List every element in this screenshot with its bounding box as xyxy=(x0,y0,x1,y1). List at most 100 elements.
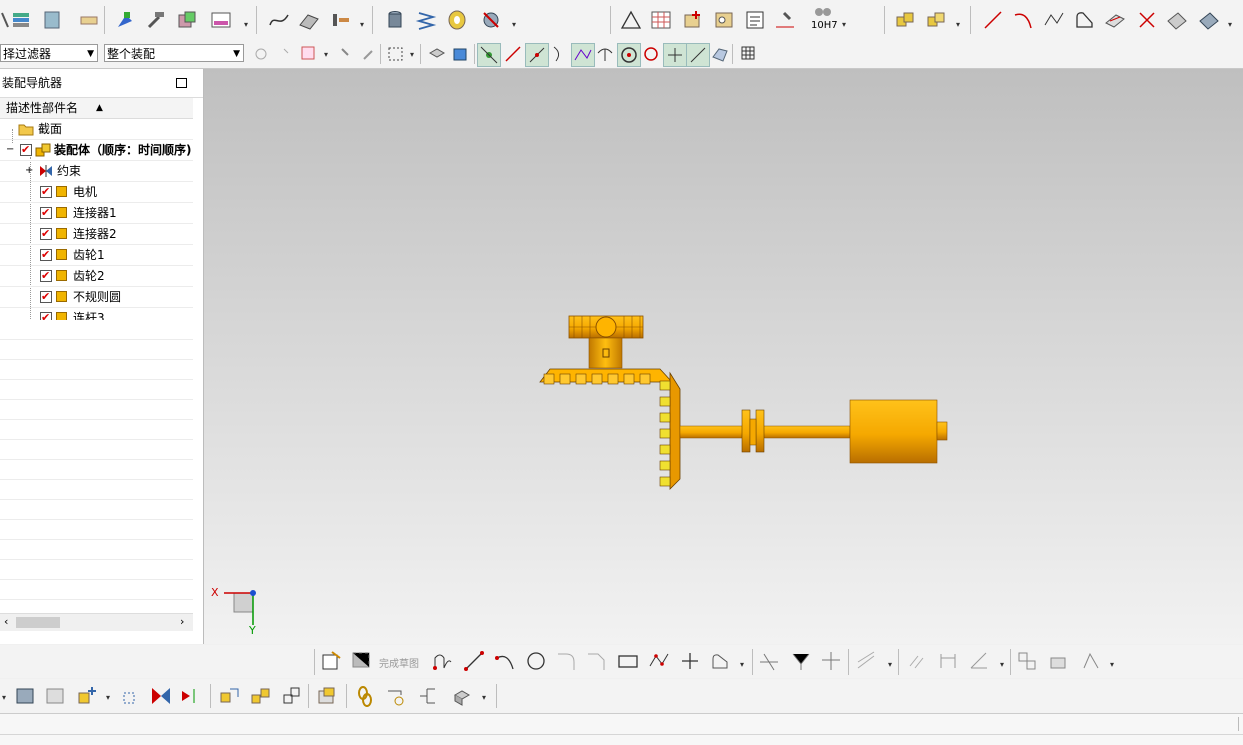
sketch-icon[interactable] xyxy=(320,650,342,672)
shaded-cube-icon[interactable] xyxy=(426,43,448,65)
move-component-icon[interactable] xyxy=(114,9,136,31)
snap-endpoints-icon[interactable] xyxy=(477,43,501,67)
studio-spline-icon[interactable] xyxy=(1043,9,1065,31)
sketch-rectangle-icon[interactable] xyxy=(617,650,639,672)
checkbox-checked-icon[interactable] xyxy=(40,182,52,202)
assembly-constraints-icon[interactable] xyxy=(150,685,172,707)
blend-shape-icon[interactable] xyxy=(1074,9,1096,31)
scope-combo[interactable]: 整个装配 ▼ xyxy=(104,44,244,62)
exploded-view-icon[interactable] xyxy=(451,685,473,707)
dimension-arrow-icon[interactable] xyxy=(774,9,796,31)
snap-control-point-icon[interactable] xyxy=(571,43,595,67)
assembly-model[interactable] xyxy=(204,69,1243,644)
product-interface-icon[interactable] xyxy=(417,685,439,707)
text-abc-icon[interactable] xyxy=(210,9,232,31)
line-icon[interactable] xyxy=(982,9,1004,31)
bearing-icon[interactable] xyxy=(446,9,468,31)
sketch-point-icon[interactable] xyxy=(679,650,701,672)
profile-icon[interactable] xyxy=(432,650,454,672)
note-icon[interactable] xyxy=(744,9,766,31)
snap-center-icon[interactable] xyxy=(617,43,641,67)
table-icon[interactable] xyxy=(650,9,672,31)
geometric-constraints-icon[interactable] xyxy=(1016,650,1038,672)
selection-filter-combo[interactable]: 择过滤器 ▼ xyxy=(0,44,98,62)
tree-node-assembly[interactable]: − 装配体（顺序：时间顺序) xyxy=(0,140,193,161)
tree-node-gear2[interactable]: 齿轮2 xyxy=(0,266,193,287)
resize-handle[interactable] xyxy=(1238,717,1242,731)
collapse-icon[interactable]: − xyxy=(6,140,14,160)
snap-settings-icon[interactable] xyxy=(250,43,272,65)
finish-sketch-label[interactable]: 完成草图 xyxy=(379,655,419,670)
section-plane-icon[interactable] xyxy=(1166,9,1188,31)
spring-icon[interactable] xyxy=(415,9,437,31)
checkbox-checked-icon[interactable] xyxy=(40,224,52,244)
assembly-group-icon[interactable] xyxy=(925,9,947,31)
gear1-horizontal[interactable] xyxy=(539,368,673,385)
tree-node-section[interactable]: 截面 xyxy=(0,119,193,140)
tree-node-constraints[interactable]: + 约束 xyxy=(0,161,193,182)
surface-edit-icon[interactable] xyxy=(1104,9,1126,31)
add-component-icon[interactable] xyxy=(76,685,98,707)
snap-curve-icon[interactable] xyxy=(548,43,570,65)
curve-icon[interactable] xyxy=(268,9,290,31)
checkbox-checked-icon[interactable] xyxy=(40,287,52,307)
snap-midpoint-icon[interactable] xyxy=(525,43,549,67)
move-constraint-icon[interactable] xyxy=(180,685,202,707)
snap-line-icon[interactable] xyxy=(502,43,524,65)
grid-icon[interactable] xyxy=(738,43,760,65)
eraser-icon[interactable] xyxy=(78,9,100,31)
gear-assembly-icon[interactable] xyxy=(480,9,502,31)
motor-body[interactable] xyxy=(849,399,948,464)
sketch-arc-icon[interactable] xyxy=(494,650,516,672)
scrollbar-thumb[interactable] xyxy=(16,617,60,628)
add-part-icon[interactable] xyxy=(682,9,704,31)
snap-point-icon[interactable] xyxy=(663,43,687,67)
mirror-assembly-icon[interactable] xyxy=(281,685,303,707)
auto-constrain-icon[interactable] xyxy=(1048,650,1070,672)
tree-node-gear1[interactable]: 齿轮1 xyxy=(0,245,193,266)
quick-extend-icon[interactable] xyxy=(789,650,811,672)
snap-face-icon[interactable] xyxy=(709,43,731,65)
new-component-icon[interactable] xyxy=(118,685,140,707)
make-corner-icon[interactable] xyxy=(820,650,842,672)
checkbox-checked-icon[interactable] xyxy=(40,266,52,286)
box-select-icon[interactable] xyxy=(386,43,408,65)
connector-top[interactable] xyxy=(568,315,644,339)
assembly-navigator-icon[interactable] xyxy=(14,685,36,707)
expand-icon[interactable]: + xyxy=(25,161,33,181)
gear2-vertical[interactable] xyxy=(659,371,681,490)
tree-node-connector1[interactable]: 连接器1 xyxy=(0,203,193,224)
sketch-circle-icon[interactable] xyxy=(525,650,547,672)
link-shaft[interactable] xyxy=(679,409,851,453)
triangle-icon[interactable] xyxy=(620,9,642,31)
scroll-right-icon[interactable]: › xyxy=(180,615,184,628)
quick-trim-icon[interactable] xyxy=(758,650,780,672)
horizontal-scrollbar[interactable]: ‹ › xyxy=(0,613,193,631)
finish-sketch-flag-icon[interactable] xyxy=(350,650,372,672)
graphics-window[interactable]: X Y xyxy=(204,69,1243,644)
motor-vertical-shaft[interactable] xyxy=(588,337,623,369)
snap-quadrant-icon[interactable] xyxy=(640,43,662,65)
tree-node-irregular-circle[interactable]: 不规则圆 xyxy=(0,287,193,308)
checkbox-checked-icon[interactable] xyxy=(40,203,52,223)
assembly-cubes-icon[interactable] xyxy=(894,9,916,31)
trim-icon[interactable] xyxy=(1136,9,1158,31)
layers-icon[interactable] xyxy=(10,9,32,31)
replace-component-icon[interactable] xyxy=(176,9,198,31)
pin-icon[interactable] xyxy=(334,43,356,65)
arc-icon[interactable] xyxy=(1012,9,1034,31)
offset-curve-icon[interactable] xyxy=(856,650,878,672)
wave-interpart-icon[interactable] xyxy=(385,685,407,707)
chain-link-icon[interactable] xyxy=(354,685,376,707)
column-header[interactable]: 描述性部件名 ▲ xyxy=(0,98,193,119)
part-list-icon[interactable] xyxy=(713,9,735,31)
blue-cube-icon[interactable] xyxy=(450,43,472,65)
sketch-polygon-icon[interactable] xyxy=(710,650,732,672)
hammer-icon[interactable] xyxy=(145,9,167,31)
sketch-spline-icon[interactable] xyxy=(648,650,670,672)
select-box-icon[interactable] xyxy=(298,43,320,65)
angular-dimension-icon[interactable] xyxy=(968,650,990,672)
scroll-left-icon[interactable]: ‹ xyxy=(4,615,8,628)
offset-surface-icon[interactable] xyxy=(1198,9,1220,31)
rapid-dimension-icon[interactable] xyxy=(937,650,959,672)
